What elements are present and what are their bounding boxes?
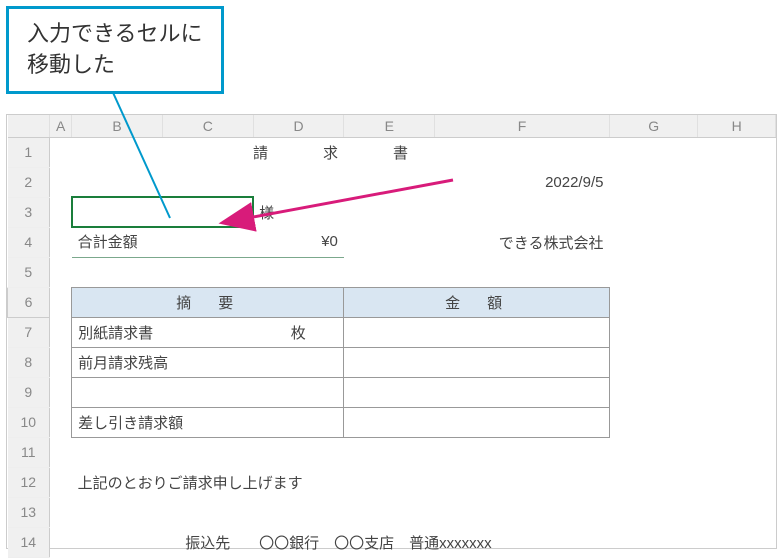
col-header-A[interactable]: A [50,115,72,137]
cell[interactable] [609,467,698,497]
cell[interactable] [609,527,698,557]
row-header-8[interactable]: 8 [8,347,50,377]
cell[interactable] [72,377,344,407]
row-header-5[interactable]: 5 [8,257,50,287]
row-header-12[interactable]: 12 [8,467,50,497]
cell[interactable] [50,197,72,227]
cell[interactable] [609,407,698,437]
company-name[interactable]: できる株式会社 [435,227,610,257]
item2-label[interactable]: 前月請求残高 [72,347,344,377]
cell[interactable] [698,287,776,317]
cell[interactable] [698,167,776,197]
cell[interactable] [609,137,698,167]
cell[interactable] [435,197,610,227]
cell[interactable] [344,197,435,227]
cell[interactable] [609,287,698,317]
col-header-B[interactable]: B [72,115,163,137]
cell[interactable] [609,377,698,407]
row-header-11[interactable]: 11 [8,437,50,467]
cell[interactable] [162,227,253,257]
cell[interactable] [50,407,72,437]
header-desc[interactable]: 摘 要 [72,287,344,317]
col-header-D[interactable]: D [253,115,344,137]
cell[interactable] [50,347,72,377]
doc-title[interactable]: 請 求 書 [72,137,610,167]
cell[interactable] [609,197,698,227]
cell[interactable] [50,137,72,167]
cell[interactable] [50,467,72,497]
bank-label[interactable]: 振込先 [162,527,253,557]
spreadsheet[interactable]: A B C D E F G H 1 請 求 書 2 [6,114,777,549]
column-header-row[interactable]: A B C D E F G H [8,115,776,137]
total-value[interactable]: ¥0 [253,227,344,257]
item1-unit[interactable]: 枚 [253,317,344,347]
cell[interactable] [698,317,776,347]
cell[interactable] [698,227,776,257]
cell[interactable] [50,227,72,257]
cell[interactable] [698,407,776,437]
cell[interactable] [72,527,163,557]
cell[interactable] [72,167,163,197]
cell[interactable] [609,167,698,197]
cell[interactable] [50,497,776,527]
cell[interactable] [50,527,72,557]
cell[interactable] [50,287,72,317]
cell[interactable] [344,227,435,257]
row-header-13[interactable]: 13 [8,497,50,527]
date-cell[interactable]: 2022/9/5 [435,167,610,197]
col-header-C[interactable]: C [162,115,253,137]
cell[interactable] [698,377,776,407]
callout-line1: 入力できるセルに 移動した [27,21,203,77]
total-label[interactable]: 合計金額 [72,227,163,257]
row-header-9[interactable]: 9 [8,377,50,407]
cell[interactable] [344,347,610,377]
col-header-G[interactable]: G [609,115,698,137]
cell[interactable] [50,167,72,197]
row-header-3[interactable]: 3 [8,197,50,227]
cell[interactable] [698,347,776,377]
cell[interactable] [50,437,776,467]
cell[interactable] [698,527,776,557]
cell[interactable] [344,377,610,407]
cell[interactable] [609,347,698,377]
row-header-7[interactable]: 7 [8,317,50,347]
item1-label[interactable]: 別紙請求書 [72,317,253,347]
annotation-callout: 入力できるセルに 移動した [6,6,224,94]
cell[interactable] [50,317,72,347]
row-header-6[interactable]: 6 [8,287,50,317]
cell[interactable] [162,167,253,197]
cell[interactable] [609,227,698,257]
header-amount[interactable]: 金 額 [344,287,610,317]
cell[interactable] [344,407,610,437]
cell[interactable] [344,317,610,347]
col-header-H[interactable]: H [698,115,776,137]
cell[interactable] [344,167,435,197]
row-header-2[interactable]: 2 [8,167,50,197]
row-header-10[interactable]: 10 [8,407,50,437]
cell[interactable] [253,167,344,197]
selection-border [71,196,254,228]
cell[interactable] [698,137,776,167]
row-header-1[interactable]: 1 [8,137,50,167]
cell[interactable] [609,317,698,347]
cell[interactable] [50,257,776,287]
col-header-E[interactable]: E [344,115,435,137]
item3-label[interactable]: 差し引き請求額 [72,407,344,437]
row-header-14[interactable]: 14 [8,527,50,557]
cell[interactable] [698,197,776,227]
footer-msg[interactable]: 上記のとおりご請求申し上げます [72,467,610,497]
customer-suffix[interactable]: 様 [253,197,344,227]
cell[interactable] [698,467,776,497]
customer-name-cell[interactable] [72,197,253,227]
cell[interactable] [50,377,72,407]
col-header-F[interactable]: F [435,115,610,137]
row-header-4[interactable]: 4 [8,227,50,257]
bank-info[interactable]: 〇〇銀行 〇〇支店 普通xxxxxxx [253,527,609,557]
